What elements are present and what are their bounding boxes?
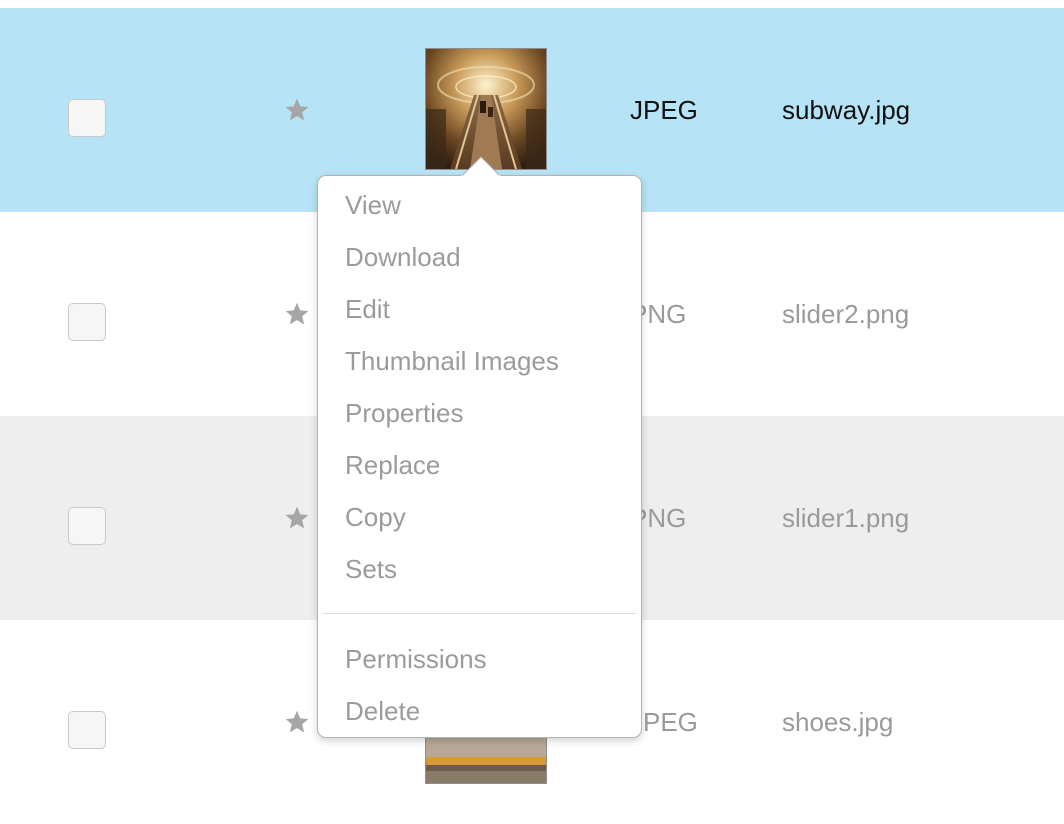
menu-item-download[interactable]: Download bbox=[345, 242, 461, 272]
file-type: JPEG bbox=[630, 95, 698, 125]
star-icon[interactable] bbox=[284, 301, 310, 327]
star-icon[interactable] bbox=[284, 97, 310, 123]
menu-item-thumbnail-images[interactable]: Thumbnail Images bbox=[345, 346, 559, 376]
menu-item-view[interactable]: View bbox=[345, 190, 401, 220]
file-thumbnail[interactable] bbox=[425, 48, 547, 170]
menu-item-edit[interactable]: Edit bbox=[345, 294, 390, 324]
menu-divider bbox=[323, 613, 636, 614]
menu-item-replace[interactable]: Replace bbox=[345, 450, 440, 480]
menu-item-permissions[interactable]: Permissions bbox=[345, 644, 487, 674]
menu-item-delete[interactable]: Delete bbox=[345, 696, 420, 726]
context-menu-arrow bbox=[461, 156, 501, 177]
menu-item-properties[interactable]: Properties bbox=[345, 398, 464, 428]
file-name[interactable]: subway.jpg bbox=[782, 95, 910, 126]
star-icon[interactable] bbox=[284, 505, 310, 531]
menu-item-copy[interactable]: Copy bbox=[345, 502, 406, 532]
row-checkbox[interactable] bbox=[68, 303, 106, 341]
row-checkbox[interactable] bbox=[68, 711, 106, 749]
file-name[interactable]: slider1.png bbox=[782, 503, 909, 534]
file-name[interactable]: shoes.jpg bbox=[782, 707, 893, 738]
row-checkbox[interactable] bbox=[68, 507, 106, 545]
file-name[interactable]: slider2.png bbox=[782, 299, 909, 330]
row-checkbox[interactable] bbox=[68, 99, 106, 137]
context-menu: View Download Edit Thumbnail Images Prop… bbox=[317, 175, 642, 738]
menu-item-sets[interactable]: Sets bbox=[345, 554, 397, 584]
top-divider bbox=[0, 0, 1064, 8]
star-icon[interactable] bbox=[284, 709, 310, 735]
